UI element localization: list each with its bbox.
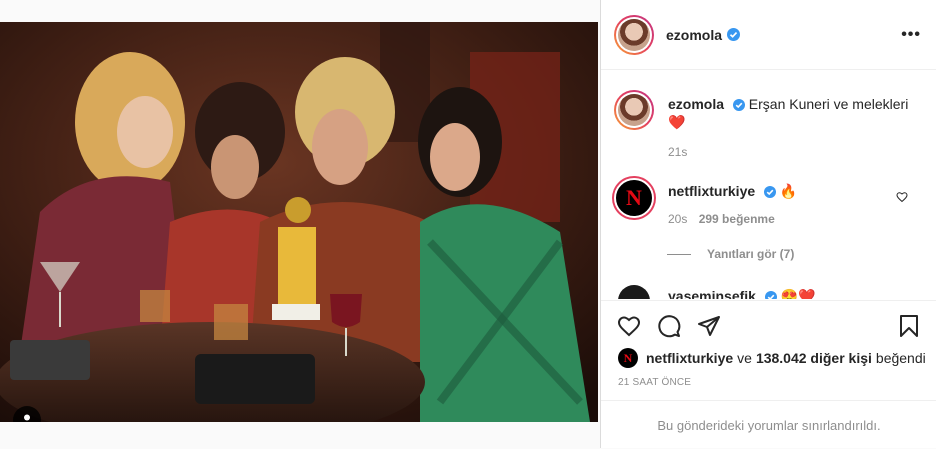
likes-connector: ve [737, 350, 752, 366]
comment-likes[interactable]: 299 beğenme [699, 212, 775, 226]
likes-summary: N netflixturkiye ve 138.042 diğer kişi b… [618, 348, 926, 368]
share-icon[interactable] [697, 314, 721, 338]
comments-list: ezomola Erşan Kuneri ve melekleri ❤️ 21s… [601, 71, 936, 299]
likes-others[interactable]: 138.042 diğer kişi [756, 350, 872, 366]
caption-avatar[interactable] [614, 90, 654, 130]
commenter-avatar[interactable] [618, 285, 650, 299]
post-timestamp[interactable]: 21 SAAT ÖNCE [618, 377, 691, 388]
caption-age[interactable]: 21s [668, 145, 908, 159]
caption-row: ezomola Erşan Kuneri ve melekleri ❤️ 21s [614, 90, 908, 159]
post-photo[interactable] [0, 22, 598, 422]
caption-username[interactable]: ezomola [668, 96, 724, 112]
netflix-avatar[interactable]: N [614, 178, 654, 218]
comment-row: yaseminsefik 😍❤️ [614, 285, 816, 299]
comment-emoji: 😍❤️ [780, 288, 816, 299]
post-header: ezomola ••• [601, 0, 936, 70]
comment-icon[interactable] [657, 314, 681, 338]
bookmark-icon[interactable] [897, 314, 921, 338]
comment-username[interactable]: netflixturkiye [668, 183, 755, 199]
post-actions: N netflixturkiye ve 138.042 diğer kişi b… [601, 300, 936, 448]
comments-limited-notice: Bu gönderideki yorumlar sınırlandırıldı. [601, 400, 936, 449]
more-options-button[interactable]: ••• [901, 26, 921, 44]
verified-badge-icon [732, 99, 745, 111]
comment-emoji: 🔥 [779, 183, 798, 199]
author-username[interactable]: ezomola [666, 27, 722, 43]
comment-age[interactable]: 20s [668, 212, 687, 226]
user-tag-icon [24, 414, 30, 421]
view-replies[interactable]: Yanıtları gör (7) [667, 247, 794, 261]
view-replies-label[interactable]: Yanıtları gör (7) [707, 247, 794, 261]
post-details-panel: ezomola ••• ezomola Erşan Kuneri ve mele… [600, 0, 936, 448]
caption-text: Erşan Kuneri ve melekleri [748, 96, 909, 112]
verified-badge-icon [727, 28, 741, 41]
verified-badge-icon [764, 186, 777, 198]
likes-suffix: beğendi [875, 350, 926, 366]
netflix-small-avatar[interactable]: N [618, 348, 638, 368]
comment-like-heart-icon[interactable] [896, 191, 908, 203]
post-image [0, 22, 598, 422]
likes-user[interactable]: netflixturkiye [646, 350, 733, 366]
caption-emoji: ❤️ [668, 114, 686, 130]
author-avatar[interactable] [614, 14, 654, 55]
post-viewer: ezomola ••• ezomola Erşan Kuneri ve mele… [0, 0, 936, 448]
verified-badge-icon [764, 291, 777, 299]
comment-username[interactable]: yaseminsefik [668, 288, 756, 299]
heart-icon[interactable] [617, 314, 641, 338]
comment-row: N netflixturkiye 🔥 20s 299 beğenme [614, 178, 908, 226]
